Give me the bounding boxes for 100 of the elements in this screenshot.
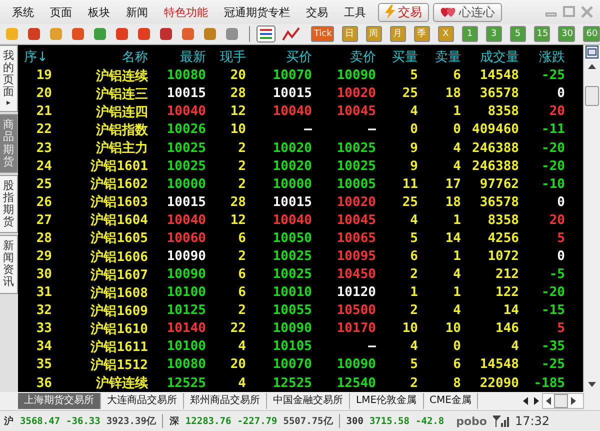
maximize-panel-icon[interactable] <box>585 45 599 59</box>
column-header[interactable]: 序↓ <box>18 48 52 66</box>
table-cell-text: 10040 <box>166 104 206 120</box>
table-cell-text: 10060 <box>166 230 206 246</box>
heart-button[interactable]: 心连心 <box>433 2 502 22</box>
index-value: 12283.76 <box>185 416 232 426</box>
table-cell-text: 1 <box>452 249 461 264</box>
table-cell-text: 10026 <box>166 122 206 138</box>
period-button[interactable]: Tick <box>310 26 334 42</box>
table-cell-text: 25 <box>35 176 52 192</box>
column-header[interactable]: 最新 <box>148 48 206 66</box>
table-cell-text: 沪铝连三 <box>95 86 148 103</box>
table-cell-text: — <box>367 122 376 138</box>
table-cell-text: 9 <box>409 140 418 156</box>
table-cell-text: 28 <box>35 230 52 246</box>
table-cell-text: 沪铝1602 <box>90 176 148 194</box>
index-value: 3568.47 <box>20 416 60 426</box>
exchange-tab[interactable]: CME金属 <box>424 393 478 409</box>
table-cell-text: 8358 <box>486 212 519 228</box>
close-icon[interactable] <box>580 6 594 18</box>
column-header[interactable]: 现手 <box>206 48 246 66</box>
table-cell-text: 2 <box>237 303 246 318</box>
scroll-right-icon[interactable] <box>571 397 576 405</box>
scroll-thumb[interactable] <box>554 394 568 408</box>
lightning-icon <box>385 5 395 19</box>
table-cell-text: 沪铝1605 <box>90 230 148 248</box>
table-cell-text: 35 <box>35 357 52 372</box>
table-cell-text: 22 <box>229 321 246 336</box>
table-cell-text: 10025 <box>166 158 206 174</box>
tab-right-icon[interactable] <box>534 397 539 405</box>
table-cell-text: 24 <box>35 158 52 174</box>
table-cell-text: 10090 <box>272 321 312 336</box>
menu-item[interactable]: 板块 <box>80 4 118 20</box>
table-cell-text: 1 <box>452 212 461 228</box>
table-cell-text: 10090 <box>336 357 376 372</box>
table-cell-text: 0 <box>556 86 565 102</box>
table-cell-text: 2 <box>237 176 246 192</box>
side-tab[interactable]: 新闻资讯 <box>0 235 18 294</box>
table-cell-text: 10 <box>401 321 418 336</box>
exchange-tab[interactable]: LME伦敦金属 <box>350 393 424 409</box>
column-header[interactable]: 涨跌 <box>519 48 565 66</box>
index-label: 深 <box>169 414 180 428</box>
scroll-down-icon[interactable] <box>588 382 596 387</box>
table-cell-text: 9 <box>409 158 418 174</box>
column-header[interactable]: 买量 <box>376 48 418 66</box>
column-header[interactable]: 成交量 <box>461 48 519 66</box>
table-cell-text: 10020 <box>336 194 376 210</box>
table-cell-text: 36578 <box>478 194 519 210</box>
table-cell-text: 10500 <box>336 303 376 318</box>
table-cell-text: 36578 <box>478 86 519 102</box>
table-cell-text: 97762 <box>478 176 519 192</box>
table-cell-text: 28 <box>229 86 246 102</box>
vertical-scrollbar[interactable] <box>583 45 600 392</box>
table-cell-text: 10010 <box>272 285 312 300</box>
table-view-icon[interactable] <box>256 25 276 43</box>
table-cell-text: 10025 <box>272 249 312 264</box>
scroll-thumb[interactable] <box>585 86 599 106</box>
exchange-tab[interactable]: 上海期货交易所 <box>18 393 101 409</box>
table-cell-text: 2 <box>409 303 418 318</box>
line-chart-icon[interactable] <box>282 26 300 42</box>
side-tab[interactable]: 我的页面 ▸ <box>0 45 18 112</box>
table-cell-text: 10040 <box>272 104 312 120</box>
table-cell-text: 4 <box>409 212 418 228</box>
column-header[interactable]: 卖价 <box>312 48 376 66</box>
horizontal-scrollbar[interactable] <box>542 393 584 409</box>
table-cell-text: 33 <box>35 321 52 336</box>
table-cell-text: 10070 <box>272 68 312 84</box>
table-cell-text: -185 <box>532 376 565 391</box>
side-tab[interactable]: 股指期货 <box>0 174 18 234</box>
table-cell-text: 10045 <box>336 104 376 120</box>
maximize-icon[interactable] <box>562 6 576 18</box>
table-cell-text: 10045 <box>336 212 376 228</box>
tab-left-icon[interactable] <box>523 397 528 405</box>
menu-item[interactable]: 冠通期货专栏 <box>216 4 298 20</box>
table-cell-text: 20 <box>548 104 565 120</box>
table-cell-text: 10170 <box>336 321 376 336</box>
menu-item[interactable]: 工具 <box>336 4 374 20</box>
table-cell-text: 0 <box>556 194 565 210</box>
trade-button[interactable]: 交易 <box>378 2 429 22</box>
menu-item[interactable]: 系统 <box>4 4 42 20</box>
brand-logo: pobo <box>456 414 487 428</box>
table-cell-text: 32 <box>35 303 52 318</box>
table-cell-text: -25 <box>540 357 565 372</box>
scroll-up-icon[interactable] <box>588 64 596 69</box>
table-cell-text: 10105 <box>272 339 312 354</box>
exchange-tab[interactable]: 大连商品交易所 <box>101 393 184 409</box>
table-cell-text: 14 <box>502 303 519 318</box>
table-cell-text: 沪铝1607 <box>90 266 148 284</box>
menu-item[interactable]: 交易 <box>298 4 336 20</box>
column-header[interactable]: 名称 <box>52 48 148 66</box>
exchange-tab[interactable]: 中国金融交易所 <box>267 393 350 409</box>
menu-item[interactable]: 新闻 <box>118 4 156 20</box>
scroll-left-icon[interactable] <box>546 397 551 405</box>
exchange-tab[interactable]: 郑州商品交易所 <box>184 393 267 409</box>
table-cell-text: 沪铝1611 <box>90 338 148 356</box>
table-cell-text: 沪铝1604 <box>90 212 148 230</box>
menu-item[interactable]: 特色功能 <box>156 4 216 20</box>
column-header[interactable]: 买价 <box>246 48 312 66</box>
menu-item[interactable]: 页面 <box>42 4 80 20</box>
column-header[interactable]: 卖量 <box>418 48 461 66</box>
